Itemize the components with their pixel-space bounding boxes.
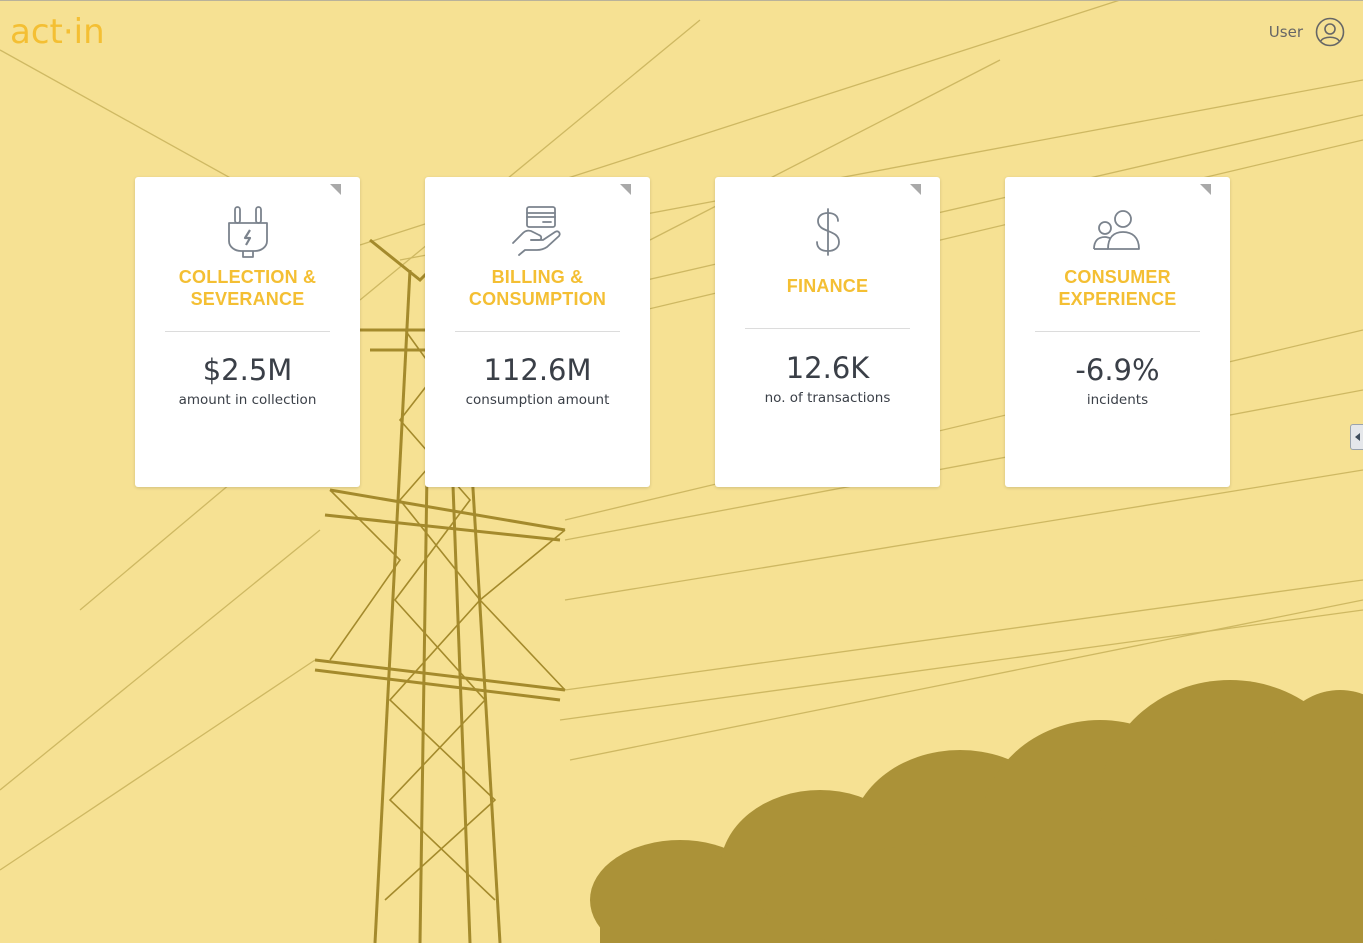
- card-corner-fold-icon: [620, 184, 631, 195]
- kpi-cards: COLLECTION & SEVERANCE $2.5M amount in c…: [135, 177, 1230, 487]
- card-title-line1: FINANCE: [786, 276, 869, 296]
- card-caption: no. of transactions: [764, 390, 891, 406]
- card-consumer-experience[interactable]: CONSUMER EXPERIENCE -6.9% incidents: [1005, 177, 1230, 487]
- card-divider: [745, 328, 910, 329]
- dollar-icon: [815, 208, 840, 256]
- top-border: [0, 0, 1363, 1]
- card-title-line2: CONSUMPTION: [468, 289, 607, 309]
- card-title: CONSUMER EXPERIENCE: [1005, 265, 1230, 311]
- card-corner-fold-icon: [330, 184, 341, 195]
- card-in-hand-icon: [511, 206, 561, 256]
- card-billing-consumption[interactable]: BILLING & CONSUMPTION 112.6M consumption…: [425, 177, 650, 487]
- plug-icon: [227, 206, 268, 258]
- card-corner-fold-icon: [910, 184, 921, 195]
- card-title-line1: BILLING &: [491, 267, 584, 287]
- card-title-line1: COLLECTION &: [178, 267, 317, 287]
- users-icon: [1092, 210, 1140, 250]
- card-value: 12.6K: [785, 351, 870, 385]
- card-value: $2.5M: [202, 353, 293, 387]
- card-title: BILLING & CONSUMPTION: [425, 265, 650, 311]
- card-title-line2: EXPERIENCE: [1058, 289, 1177, 309]
- card-title-line1: CONSUMER: [1064, 267, 1171, 287]
- card-value: -6.9%: [1075, 353, 1160, 387]
- card-divider: [165, 331, 330, 332]
- card-caption: incidents: [1086, 392, 1149, 408]
- card-title: FINANCE: [715, 263, 940, 309]
- card-divider: [455, 331, 620, 332]
- card-caption: amount in collection: [178, 392, 317, 408]
- card-value: 112.6M: [483, 353, 592, 387]
- user-menu[interactable]: User: [1269, 16, 1345, 48]
- card-title: COLLECTION & SEVERANCE: [135, 265, 360, 311]
- page: act·in User COLLECTION & SEVERANCE $2.5M…: [0, 0, 1363, 943]
- user-circle-icon[interactable]: [1315, 17, 1345, 47]
- logo-dot: ·: [62, 12, 74, 52]
- side-panel-toggle[interactable]: [1350, 424, 1363, 450]
- card-collection-severance[interactable]: COLLECTION & SEVERANCE $2.5M amount in c…: [135, 177, 360, 487]
- logo-text-right: in: [73, 12, 105, 52]
- collapse-left-arrow-icon: [1355, 433, 1360, 441]
- card-finance[interactable]: FINANCE 12.6K no. of transactions: [715, 177, 940, 487]
- card-title-line2: SEVERANCE: [190, 289, 305, 309]
- user-label: User: [1268, 23, 1303, 41]
- logo-text-left: act: [10, 12, 63, 52]
- act-in-logo[interactable]: act·in: [10, 12, 105, 52]
- card-corner-fold-icon: [1200, 184, 1211, 195]
- card-caption: consumption amount: [465, 392, 610, 408]
- card-divider: [1035, 331, 1200, 332]
